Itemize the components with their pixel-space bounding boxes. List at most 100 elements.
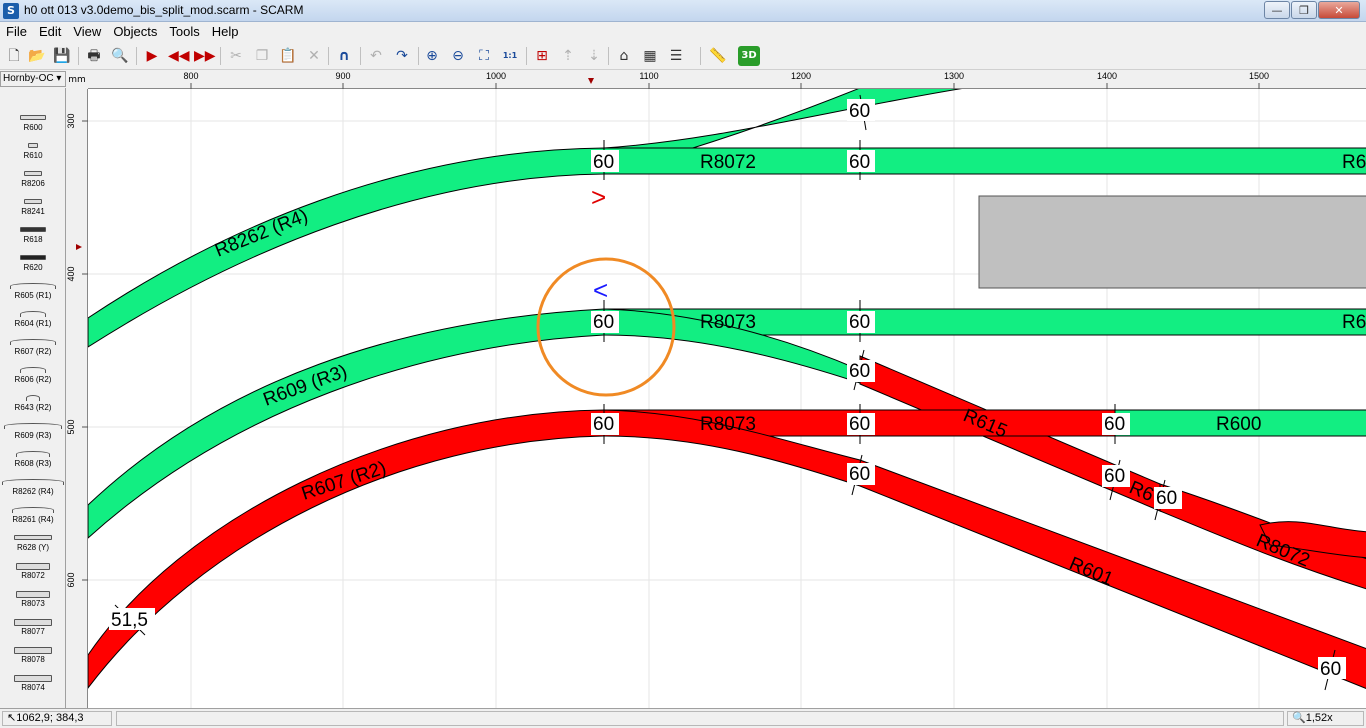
- maximize-button[interactable]: ❐: [1291, 1, 1317, 19]
- dimension-label: 60: [1320, 659, 1341, 680]
- dimension-label: 60: [849, 152, 870, 173]
- dimension-label: 60: [849, 414, 870, 435]
- step-forward-icon[interactable]: ▶▶: [194, 46, 216, 66]
- direction-arrow-back[interactable]: <: [593, 275, 608, 305]
- library-item[interactable]: R643 (R2): [0, 392, 65, 420]
- library-item[interactable]: R605 (R1): [0, 280, 65, 308]
- ruler-tick-label: 300: [66, 113, 76, 128]
- curve-track-icon: [4, 423, 62, 429]
- grid-icon[interactable]: ☰: [666, 46, 686, 66]
- library-item[interactable]: R610: [0, 140, 65, 168]
- ruler-tick-label: 400: [66, 266, 76, 281]
- bridge-icon[interactable]: ⌂: [614, 46, 634, 66]
- dimension-label: 60: [1104, 466, 1125, 487]
- delete-icon[interactable]: ✕: [304, 46, 324, 66]
- track-label: R6: [1342, 152, 1366, 173]
- buffer-stop-icon: [20, 227, 46, 232]
- direction-arrow-forward[interactable]: >: [591, 182, 606, 212]
- magnet-icon[interactable]: ∩: [334, 46, 354, 66]
- cut-icon[interactable]: ✂: [226, 46, 246, 66]
- menu-view[interactable]: View: [67, 22, 107, 39]
- track-label: R8073: [700, 312, 756, 333]
- horizontal-ruler: 800 900 1000 1100 1200 1300 1400 1500: [88, 71, 1366, 89]
- library-selector[interactable]: Hornby-OC ▾: [0, 71, 66, 87]
- print-icon[interactable]: 🖶: [84, 46, 104, 66]
- layout-canvas[interactable]: R8262 (R4) R8072 R609 (R3) R8073 R607 (R…: [88, 89, 1366, 708]
- ruler-tick-label: 1000: [486, 71, 506, 81]
- ruler-tick-label: 600: [66, 572, 76, 587]
- building-block[interactable]: [978, 195, 1366, 289]
- title-bar: S h0 ott 013 v3.0demo_bis_split_mod.scar…: [0, 0, 1366, 22]
- library-item[interactable]: R609 (R3): [0, 420, 65, 448]
- library-item[interactable]: R8206: [0, 168, 65, 196]
- save-icon[interactable]: 💾: [52, 46, 72, 66]
- library-item[interactable]: R8073: [0, 588, 65, 616]
- cursor-coords: ↖1062,9; 384,3: [2, 711, 112, 726]
- dimension-label: 60: [849, 464, 870, 485]
- library-item[interactable]: R8261 (R4): [0, 504, 65, 532]
- library-item[interactable]: R618: [0, 224, 65, 252]
- track-label: R8072: [700, 152, 756, 173]
- step-back-icon[interactable]: ◀◀: [168, 46, 190, 66]
- point-left-icon: [14, 619, 52, 626]
- library-item[interactable]: R604 (R1): [0, 308, 65, 336]
- menu-bar: File Edit View Objects Tools Help: [0, 22, 1366, 41]
- layer-down-icon[interactable]: ⇣: [584, 46, 604, 66]
- zoom-in-icon[interactable]: ⊕: [422, 46, 442, 66]
- library-item[interactable]: R8072: [0, 560, 65, 588]
- library-item[interactable]: R8241: [0, 196, 65, 224]
- open-folder-icon[interactable]: 📂: [27, 46, 47, 66]
- library-item[interactable]: R606 (R2): [0, 364, 65, 392]
- track-label: R600: [1216, 414, 1261, 435]
- 3d-view-icon[interactable]: 3D: [738, 46, 760, 66]
- library-item[interactable]: R8077: [0, 616, 65, 644]
- redo-icon[interactable]: ↷: [392, 46, 412, 66]
- dimension-label: 60: [593, 312, 614, 333]
- ruler-tick-label: 1100: [639, 71, 658, 81]
- track-label: R8073: [700, 414, 756, 435]
- track-r601: [603, 409, 1366, 689]
- dimension-label: 60: [849, 312, 870, 333]
- library-item[interactable]: R608 (R3): [0, 448, 65, 476]
- chevron-down-icon: ▾: [53, 73, 62, 84]
- y-point-icon: [14, 535, 52, 540]
- library-item[interactable]: R607 (R2): [0, 336, 65, 364]
- library-item[interactable]: R628 (Y): [0, 532, 65, 560]
- menu-edit[interactable]: Edit: [33, 22, 67, 39]
- menu-file[interactable]: File: [0, 22, 33, 39]
- dimension-label: 60: [849, 361, 870, 382]
- flex-track-icon[interactable]: ⊞: [532, 46, 552, 66]
- menu-objects[interactable]: Objects: [107, 22, 163, 39]
- close-button[interactable]: ✕: [1318, 1, 1360, 19]
- play-forward-icon[interactable]: ▶: [142, 46, 162, 66]
- short-track-icon: [24, 199, 42, 204]
- curved-point-icon: [14, 675, 52, 682]
- tunnel-icon[interactable]: ▦: [640, 46, 660, 66]
- curve-track-icon: [12, 507, 54, 513]
- menu-tools[interactable]: Tools: [163, 22, 205, 39]
- dimension-label: 60: [1156, 488, 1177, 509]
- library-item[interactable]: R600: [0, 112, 65, 140]
- zoom-1to1-icon[interactable]: 1:1: [500, 46, 520, 66]
- library-item[interactable]: R620: [0, 252, 65, 280]
- new-file-icon[interactable]: 🗋: [4, 46, 24, 66]
- measure-icon[interactable]: 📏: [708, 46, 728, 66]
- zoom-out-icon[interactable]: ⊖: [448, 46, 468, 66]
- minimize-button[interactable]: —: [1264, 1, 1290, 19]
- paste-icon[interactable]: 📋: [278, 46, 298, 66]
- copy-icon[interactable]: ❐: [252, 46, 272, 66]
- menu-help[interactable]: Help: [206, 22, 245, 39]
- curve-track-icon: [16, 451, 50, 457]
- scarm-app-icon[interactable]: S: [3, 3, 19, 19]
- library-item[interactable]: R8074: [0, 672, 65, 700]
- zoom-fit-icon[interactable]: ⛶: [474, 46, 494, 66]
- window-title: h0 ott 013 v3.0demo_bis_split_mod.scarm …: [24, 3, 304, 17]
- library-item[interactable]: R8078: [0, 644, 65, 672]
- library-item[interactable]: R8262 (R4): [0, 476, 65, 504]
- undo-icon[interactable]: ↶: [366, 46, 386, 66]
- print-preview-icon[interactable]: 🔍: [110, 46, 130, 66]
- dimension-label: 51,5: [111, 610, 148, 631]
- dimension-label: 60: [593, 152, 614, 173]
- curve-track-icon: [2, 479, 64, 485]
- layer-up-icon[interactable]: ⇡: [558, 46, 578, 66]
